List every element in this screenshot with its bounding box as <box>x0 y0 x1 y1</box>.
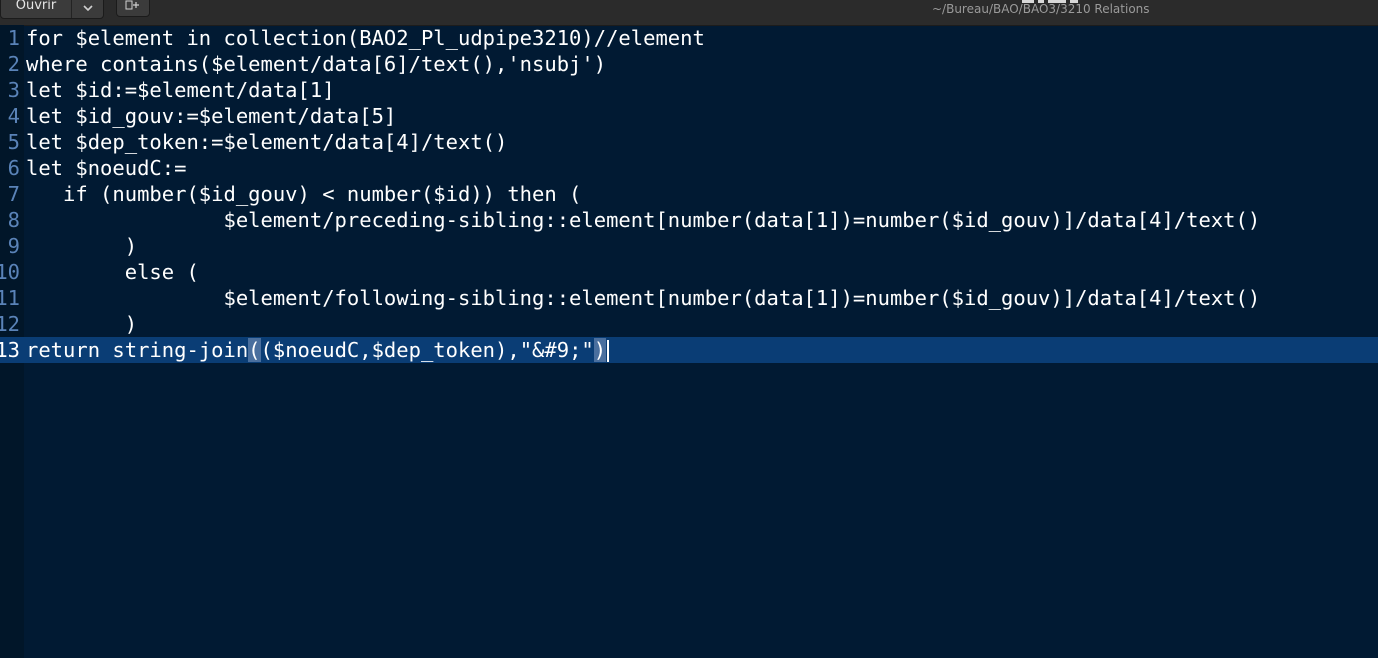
code-line[interactable]: 1 for $element in collection(BAO2_Pl_udpi… <box>0 25 1378 51</box>
text-cursor <box>607 340 610 362</box>
code-text: where contains($element/data[6]/text(),'… <box>26 52 607 76</box>
new-tab-button[interactable] <box>116 0 150 17</box>
new-tab-icon <box>125 0 139 10</box>
line-number: 9 <box>7 234 20 258</box>
code-text: let $dep_token:=$element/data[4]/text() <box>26 130 508 154</box>
line-number: 12 <box>0 312 20 336</box>
code-editor[interactable]: 1 for $element in collection(BAO2_Pl_udpi… <box>0 25 1378 658</box>
line-number: 4 <box>7 104 20 128</box>
code-text: let $noeudC:= <box>26 156 187 180</box>
file-path-subtitle: ~/Bureau/BAO/BAO3/3210 Relations <box>932 2 1150 16</box>
line-number: 1 <box>7 26 20 50</box>
code-line[interactable]: 3 let $id:=$element/data[1] <box>0 77 1378 103</box>
code-text: ) <box>26 234 138 258</box>
code-line[interactable]: 6 let $noeudC:= <box>0 155 1378 181</box>
chevron-down-icon <box>82 5 93 11</box>
code-text: return string-join(($noeudC,$dep_token),… <box>20 338 610 362</box>
code-text: $element/following-sibling::element[numb… <box>26 286 1261 310</box>
line-number: 10 <box>0 260 20 284</box>
code-line[interactable]: 9 ) <box>0 233 1378 259</box>
editor-window: Ouvrir ~/Bureau/BAO/BAO3/3210 Relations … <box>0 0 1378 658</box>
line-number: 11 <box>0 286 20 310</box>
open-dropdown-button[interactable] <box>71 0 103 18</box>
code-line[interactable]: 5 let $dep_token:=$element/data[4]/text() <box>0 129 1378 155</box>
code-segment: return string-join <box>26 338 249 362</box>
line-number: 8 <box>7 208 20 232</box>
code-text: else ( <box>26 260 199 284</box>
code-line[interactable]: 8 $element/preceding-sibling::element[nu… <box>0 207 1378 233</box>
open-button[interactable]: Ouvrir <box>1 0 71 18</box>
line-number: 2 <box>7 52 20 76</box>
line-number: 13 <box>0 338 20 362</box>
code-text: let $id_gouv:=$element/data[5] <box>26 104 397 128</box>
line-number: 7 <box>7 182 20 206</box>
matched-bracket-close: ) <box>593 338 607 362</box>
header-bar: Ouvrir ~/Bureau/BAO/BAO3/3210 Relations <box>0 0 1378 26</box>
code-text: $element/preceding-sibling::element[numb… <box>26 208 1261 232</box>
code-text: if (number($id_gouv) < number($id)) then… <box>26 182 582 206</box>
code-text: let $id:=$element/data[1] <box>26 78 335 102</box>
code-line[interactable]: 12 ) <box>0 311 1378 337</box>
open-button-group: Ouvrir <box>0 0 104 19</box>
code-line[interactable]: 10 else ( <box>0 259 1378 285</box>
matched-bracket-open: ( <box>248 338 261 362</box>
line-number: 3 <box>7 78 20 102</box>
current-code-line[interactable]: 13 return string-join(($noeudC,$dep_token… <box>0 337 1378 363</box>
code-segment: ($noeudC,$dep_token),"&#9;" <box>260 338 594 362</box>
code-line[interactable]: 2 where contains($element/data[6]/text(),… <box>0 51 1378 77</box>
code-line[interactable]: 4 let $id_gouv:=$element/data[5] <box>0 103 1378 129</box>
code-line[interactable]: 11 $element/following-sibling::element[n… <box>0 285 1378 311</box>
line-number: 5 <box>7 130 20 154</box>
line-number: 6 <box>7 156 20 180</box>
code-text: ) <box>26 312 138 336</box>
code-text: for $element in collection(BAO2_Pl_udpip… <box>26 26 705 50</box>
code-line[interactable]: 7 if (number($id_gouv) < number($id)) th… <box>0 181 1378 207</box>
